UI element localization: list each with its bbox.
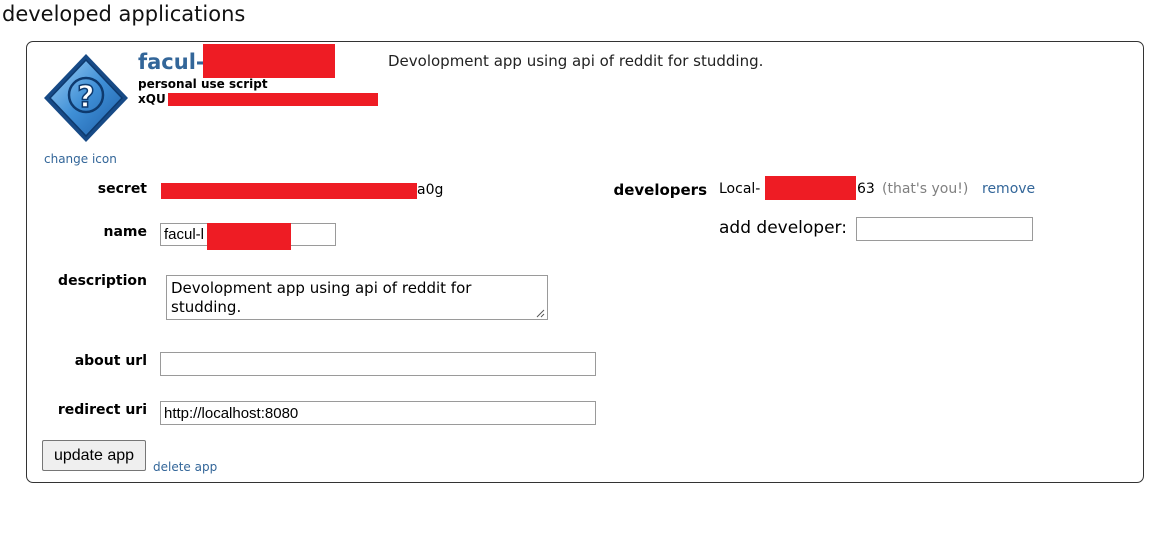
redirect-uri-label: redirect uri: [57, 402, 147, 418]
remove-developer-link[interactable]: remove: [982, 181, 1035, 197]
about-url-label: about url: [74, 353, 147, 369]
add-developer-label: add developer:: [719, 218, 847, 238]
app-name[interactable]: facul-: [138, 50, 205, 74]
secret-label: secret: [97, 181, 147, 197]
redaction-box: [207, 223, 291, 250]
redaction-box: [168, 93, 378, 106]
update-app-button[interactable]: update app: [42, 440, 146, 471]
redaction-box: [161, 183, 417, 199]
add-developer-input[interactable]: [856, 217, 1033, 241]
delete-app-link[interactable]: delete app: [153, 460, 217, 474]
redaction-box: [203, 44, 335, 78]
redirect-uri-input[interactable]: [160, 401, 596, 425]
description-textarea[interactable]: Devolopment app using api of reddit for …: [166, 275, 548, 320]
app-id: xQU: [138, 92, 166, 106]
name-label: name: [103, 224, 148, 240]
description-label: description: [58, 273, 147, 289]
section-title: developed applications: [2, 2, 246, 26]
resize-grip-icon[interactable]: [535, 308, 545, 318]
app-description: Devolopment app using api of reddit for …: [388, 52, 764, 70]
you-note: (that's you!): [882, 181, 969, 197]
secret-value: a0g: [417, 182, 444, 198]
svg-text:?: ?: [77, 80, 94, 115]
change-icon-link[interactable]: change icon: [44, 152, 117, 166]
redaction-box: [765, 176, 856, 200]
question-mark-diamond-icon: ?: [44, 54, 128, 142]
app-type: personal use script: [138, 77, 268, 91]
about-url-input[interactable]: [160, 352, 596, 376]
developer-name: Local-: [719, 181, 761, 197]
developers-label: developers: [613, 181, 707, 199]
developer-name-suffix: 63: [857, 181, 875, 197]
